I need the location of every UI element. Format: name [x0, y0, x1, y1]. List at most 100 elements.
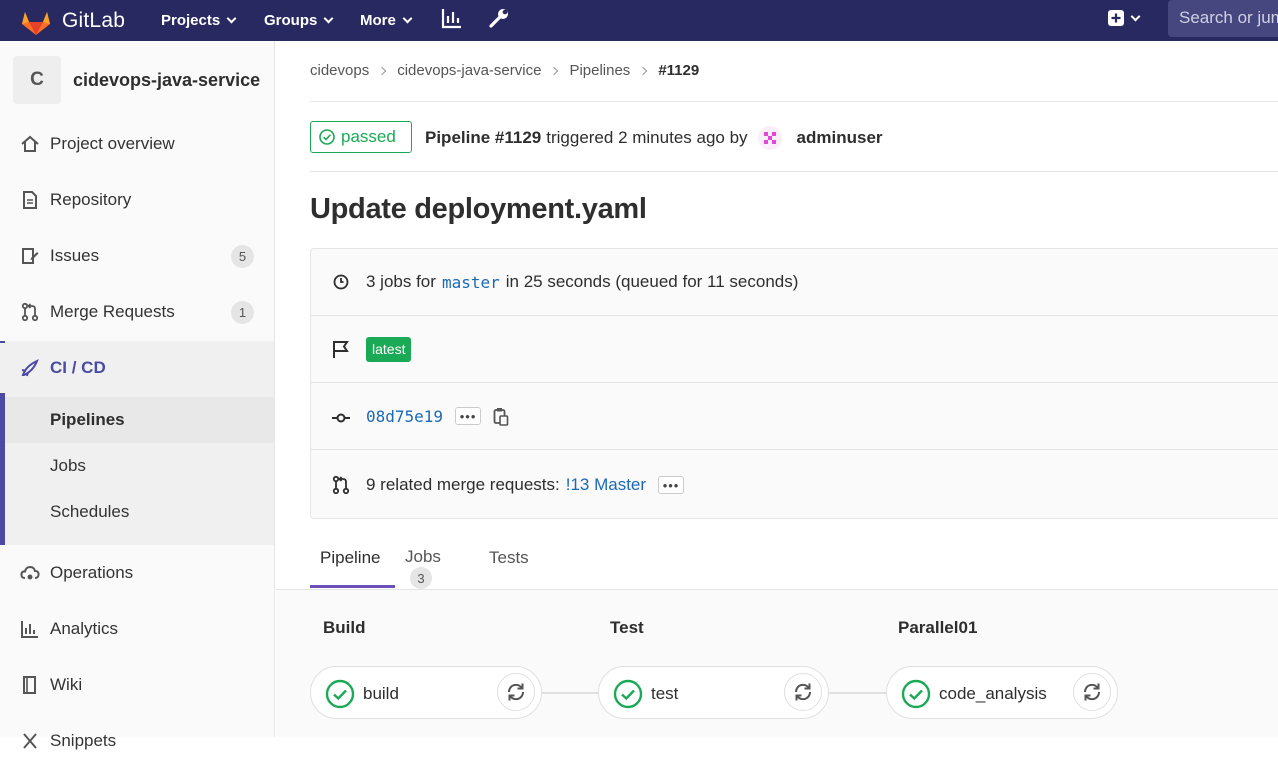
retry-icon [507, 683, 525, 701]
chevron-right-icon [639, 66, 648, 75]
stage-connector [829, 692, 886, 694]
sidebar-cicd-section: CI / CD Pipelines Jobs Schedules [0, 341, 274, 545]
status-badge[interactable]: passed [310, 121, 412, 153]
nav-more[interactable]: More [360, 12, 413, 29]
chevron-down-icon [323, 13, 334, 24]
new-item-dropdown[interactable] [1108, 10, 1141, 26]
retry-icon [1083, 683, 1101, 701]
tab-jobs-label: Jobs [405, 547, 441, 566]
user-name[interactable]: adminuser [797, 128, 883, 148]
check-circle-icon [319, 129, 335, 145]
tab-tests[interactable]: Tests [489, 538, 529, 588]
issues-icon [20, 246, 40, 266]
project-sidebar: C cidevops-java-service Project overview… [0, 41, 275, 750]
sidebar-item-merge-requests[interactable]: Merge Requests 1 [0, 287, 274, 337]
sidebar-item-label: Snippets [50, 731, 117, 750]
pipeline-info-box: 3 jobs for master in 25 seconds (queued … [310, 248, 1278, 519]
chevron-right-icon [377, 66, 387, 75]
plus-square-icon [1108, 10, 1124, 26]
document-icon [20, 190, 40, 210]
retry-job-button[interactable] [784, 673, 822, 711]
search-input[interactable]: Search or jump to… [1168, 0, 1278, 37]
clock-icon [331, 272, 351, 292]
gitlab-logo[interactable]: GitLab [20, 6, 125, 36]
job-name: code_analysis [939, 684, 1047, 703]
project-avatar: C [13, 56, 61, 104]
sidebar-item-snippets[interactable]: Snippets [0, 716, 274, 766]
brand-name: GitLab [62, 8, 126, 32]
nav-groups-label: Groups [264, 12, 318, 29]
wrench-admin-icon[interactable] [487, 6, 511, 30]
tab-jobs[interactable]: Jobs3 [405, 538, 441, 589]
rocket-icon [20, 358, 40, 378]
sidebar-item-project-overview[interactable]: Project overview [0, 119, 274, 169]
chart-icon [20, 619, 40, 639]
flag-icon [331, 339, 351, 359]
sidebar-item-label: Wiki [50, 675, 83, 694]
sidebar-item-wiki[interactable]: Wiki [0, 660, 274, 710]
breadcrumb: cidevops cidevops-java-service Pipelines… [310, 62, 699, 79]
job-pill-test[interactable]: test [598, 666, 829, 719]
status-label: passed [341, 127, 396, 146]
sidebar-subitem-pipelines[interactable]: Pipelines [50, 410, 125, 430]
merge-request-link[interactable]: !13 Master [566, 475, 646, 495]
pipeline-tags-row: latest [311, 316, 1278, 383]
sidebar-subitem-pipelines-bg [5, 397, 274, 443]
nav-projects-label: Projects [161, 12, 221, 29]
chevron-down-icon [402, 13, 413, 24]
nav-projects[interactable]: Projects [161, 12, 237, 29]
commit-icon [331, 406, 351, 426]
merge-request-icon [20, 302, 40, 322]
pipeline-mr-row: 9 related merge requests: !13 Master ••• [311, 450, 1278, 520]
pipeline-triggered-text: triggered 2 minutes ago by [546, 128, 748, 147]
retry-job-button[interactable] [1073, 673, 1111, 711]
sidebar-subitem-jobs[interactable]: Jobs [50, 456, 86, 476]
more-merge-requests-toggle[interactable]: ••• [658, 476, 685, 494]
breadcrumb-project[interactable]: cidevops-java-service [397, 62, 541, 79]
job-name: test [651, 684, 679, 703]
nav-more-label: More [360, 12, 396, 29]
chevron-right-icon [550, 66, 559, 75]
sidebar-item-analytics[interactable]: Analytics [0, 604, 274, 654]
issues-count-badge: 5 [231, 244, 254, 268]
tanuki-icon [22, 11, 50, 35]
branch-link[interactable]: master [442, 273, 500, 292]
breadcrumb-pipelines[interactable]: Pipelines [569, 62, 630, 79]
sidebar-item-label: Issues [50, 246, 100, 265]
sidebar-item-operations[interactable]: Operations [0, 548, 274, 598]
latest-badge: latest [366, 336, 412, 362]
breadcrumb-group[interactable]: cidevops [310, 62, 369, 79]
book-icon [20, 675, 40, 695]
sidebar-item-cicd[interactable]: CI / CD [0, 343, 274, 393]
clipboard-copy-icon[interactable] [493, 407, 509, 426]
job-pill-code-analysis[interactable]: code_analysis [886, 666, 1118, 719]
retry-job-button[interactable] [497, 673, 535, 711]
tab-pipeline-label: Pipeline [320, 548, 381, 567]
pipeline-header: Pipeline #1129 triggered 2 minutes ago b… [425, 126, 883, 150]
retry-icon [794, 683, 812, 701]
jobs-count-badge: 3 [410, 567, 432, 589]
breadcrumb-current[interactable]: #1129 [658, 62, 699, 79]
sidebar-item-label: Analytics [50, 619, 119, 638]
commit-description-toggle[interactable]: ••• [455, 407, 482, 425]
tab-pipeline[interactable]: Pipeline [310, 538, 395, 588]
sidebar-subitem-schedules[interactable]: Schedules [50, 502, 129, 522]
commit-sha-link[interactable]: 08d75e19 [366, 407, 443, 426]
stage-connector [542, 692, 598, 694]
user-avatar[interactable] [757, 126, 782, 150]
project-name: cidevops-java-service [73, 69, 261, 90]
project-header[interactable]: C cidevops-java-service [13, 56, 260, 104]
job-pill-build[interactable]: build [310, 666, 542, 719]
check-circle-icon [901, 679, 931, 709]
nav-groups[interactable]: Groups [264, 12, 334, 29]
sidebar-item-label: Project overview [50, 134, 175, 153]
chevron-down-icon [1130, 11, 1141, 21]
divider [310, 171, 1278, 172]
jobs-summary-prefix: 3 jobs for [366, 272, 436, 291]
sidebar-item-label: Operations [50, 563, 134, 582]
stage-title: Test [610, 618, 644, 637]
sidebar-item-repository[interactable]: Repository [0, 175, 274, 225]
mr-count-badge: 1 [231, 300, 254, 324]
sidebar-item-issues[interactable]: Issues 5 [0, 231, 274, 281]
activity-chart-icon[interactable] [441, 7, 463, 29]
